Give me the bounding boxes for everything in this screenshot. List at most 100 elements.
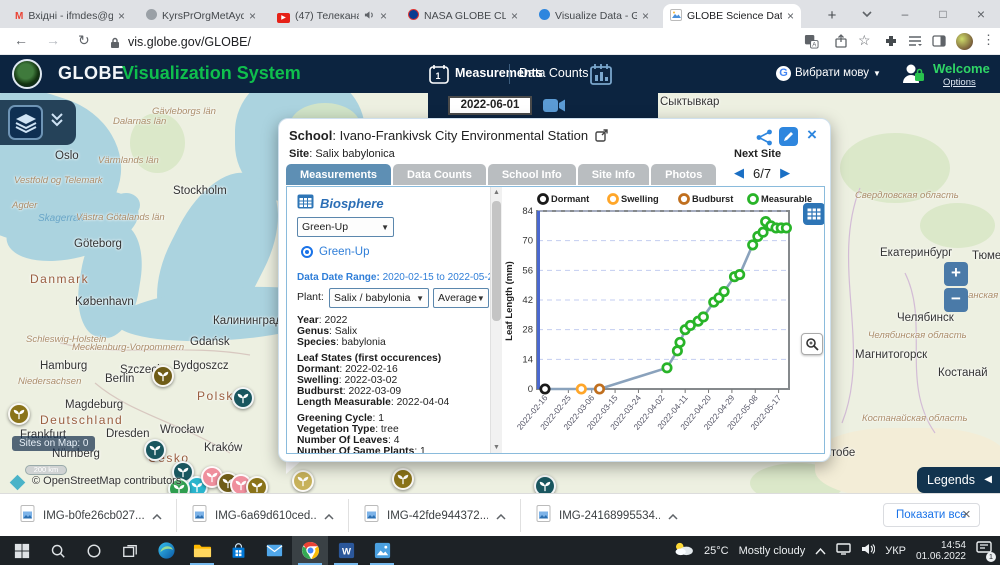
download-item[interactable]: IMG-b0fe26cb027....jpg	[10, 501, 172, 531]
browser-tab[interactable]: KyrsPrOrgMetAyd-12×	[139, 4, 263, 28]
close-downloads-icon[interactable]: ×	[962, 506, 971, 523]
tab-close-button[interactable]: ×	[380, 10, 387, 22]
maximize-button[interactable]: □	[924, 7, 962, 21]
edit-site-button[interactable]	[779, 127, 798, 146]
tab-close-button[interactable]: ×	[787, 10, 794, 22]
map-site-marker[interactable]	[144, 439, 166, 461]
browser-tab[interactable]: NASA GLOBE CLOUD×	[401, 4, 525, 28]
browser-tab[interactable]: GLOBE Science Data V×	[663, 4, 801, 28]
taskbar-store-icon[interactable]	[220, 536, 256, 565]
share-icon[interactable]	[834, 34, 848, 53]
popup-tab-school-info[interactable]: School Info	[488, 164, 576, 185]
share-site-icon[interactable]	[756, 129, 773, 149]
notifications-icon[interactable]: 1	[976, 541, 992, 560]
download-menu-icon[interactable]	[496, 507, 506, 525]
download-menu-icon[interactable]	[668, 507, 678, 525]
reading-list-icon[interactable]	[908, 34, 922, 52]
map-site-marker[interactable]	[8, 403, 30, 425]
tab-close-button[interactable]: ×	[249, 10, 256, 22]
taskbar-explorer-icon[interactable]	[184, 536, 220, 565]
popup-tab-photos[interactable]: Photos	[651, 164, 716, 185]
taskbar-edge-icon[interactable]	[148, 536, 184, 565]
zoom-in-button[interactable]: +	[944, 262, 968, 286]
taskbar-start-icon[interactable]	[4, 536, 40, 565]
taskbar-taskview-icon[interactable]	[112, 536, 148, 565]
animation-camera-icon[interactable]	[542, 97, 566, 119]
bookmark-star-icon[interactable]: ☆	[858, 32, 871, 49]
scrollbar-thumb[interactable]	[492, 201, 501, 321]
clock[interactable]: 14:54 01.06.2022	[916, 540, 966, 562]
map-attribution[interactable]: © OpenStreetMap contributors	[32, 475, 181, 487]
download-item[interactable]: IMG-24168995534....jpg	[526, 501, 688, 531]
download-menu-icon[interactable]	[152, 507, 162, 525]
browser-menu-icon[interactable]: ⋮	[982, 32, 995, 48]
map-site-marker[interactable]	[152, 365, 174, 387]
download-item[interactable]: IMG-42fde944372....jpg	[354, 501, 516, 531]
popup-tab-data-counts[interactable]: Data Counts	[393, 164, 486, 185]
translate-icon[interactable]: A	[804, 34, 819, 54]
measurements-calendar-icon[interactable]: 1	[428, 63, 450, 90]
globe-logo[interactable]	[12, 59, 42, 89]
taskbar-cortana-icon[interactable]	[76, 536, 112, 565]
url-text[interactable]: vis.globe.gov/GLOBE/	[128, 35, 251, 49]
popup-tab-measurements[interactable]: Measurements	[286, 164, 391, 185]
browser-tab[interactable]: Visualize Data - GLOB×	[532, 4, 656, 28]
user-account-icon[interactable]	[900, 62, 926, 91]
map-site-marker[interactable]	[246, 476, 268, 493]
layers-collapse-icon[interactable]	[50, 112, 64, 133]
close-popup-button[interactable]: ×	[807, 125, 817, 145]
tab-close-button[interactable]: ×	[118, 10, 125, 22]
weather-temp[interactable]: 25°C	[704, 545, 729, 557]
forward-button[interactable]: →	[46, 32, 60, 48]
legends-button[interactable]: Legends◀	[917, 467, 1000, 493]
network-icon[interactable]	[836, 542, 851, 560]
data-counts-chart-icon[interactable]	[588, 61, 614, 92]
open-school-icon[interactable]	[595, 130, 608, 145]
plant-select[interactable]: Salix / babylonia▼	[329, 288, 429, 308]
side-panel-icon[interactable]	[932, 34, 946, 52]
protocol-select[interactable]: Green-Up▼	[297, 217, 394, 237]
popup-tab-site-info[interactable]: Site Info	[578, 164, 649, 185]
taskbar-search-icon[interactable]	[40, 536, 76, 565]
minimize-button[interactable]: –	[886, 7, 924, 21]
map-site-marker[interactable]	[232, 387, 254, 409]
download-menu-icon[interactable]	[324, 507, 334, 525]
greenup-radio[interactable]	[301, 246, 313, 258]
browser-tab[interactable]: MВхідні - ifmdes@gma×	[8, 4, 132, 28]
tab-search-icon[interactable]	[848, 7, 886, 21]
tab-close-button[interactable]: ×	[642, 10, 649, 22]
options-link[interactable]: Options	[943, 77, 976, 88]
new-tab-button[interactable]: +	[822, 6, 842, 26]
taskbar-chrome-icon[interactable]	[292, 536, 328, 565]
tray-expand-icon[interactable]	[815, 542, 826, 560]
tab-close-button[interactable]: ×	[511, 10, 518, 22]
language-selector[interactable]: Вибрати мову	[795, 67, 869, 79]
back-button[interactable]: ←	[14, 32, 28, 48]
nav-data-counts[interactable]: Data Counts	[519, 66, 588, 80]
next-site-arrow[interactable]: ▶	[780, 165, 790, 181]
aggregate-select[interactable]: Average▼	[433, 288, 489, 308]
google-translate-icon[interactable]: G	[776, 66, 791, 81]
profile-avatar[interactable]	[956, 33, 973, 50]
map-site-marker[interactable]	[534, 475, 556, 493]
weather-text[interactable]: Mostly cloudy	[739, 545, 806, 557]
language-indicator[interactable]: УКР	[885, 545, 906, 557]
zoom-out-button[interactable]: −	[944, 288, 968, 312]
weather-icon[interactable]	[673, 541, 694, 561]
taskbar-mail-icon[interactable]	[256, 536, 292, 565]
language-caret-icon[interactable]: ▼	[873, 69, 881, 78]
scroll-up-icon[interactable]: ▲	[493, 189, 500, 196]
reload-button[interactable]: ↻	[78, 32, 90, 49]
taskbar-word-icon[interactable]: W	[328, 536, 364, 565]
layers-button[interactable]	[8, 105, 43, 140]
close-window-button[interactable]: ×	[962, 6, 1000, 22]
lock-icon[interactable]	[110, 36, 120, 54]
date-input[interactable]: 2022-06-01	[448, 96, 532, 115]
chart-zoom-button[interactable]	[801, 333, 823, 355]
browser-tab[interactable]: ▶(47) Телеканал 1×	[270, 4, 394, 28]
scroll-down-icon[interactable]: ▼	[493, 444, 500, 451]
map-site-marker[interactable]	[392, 468, 414, 490]
prev-site-arrow[interactable]: ◀	[734, 165, 744, 181]
extensions-icon[interactable]	[884, 34, 898, 53]
tab-audio-icon[interactable]	[364, 10, 375, 23]
